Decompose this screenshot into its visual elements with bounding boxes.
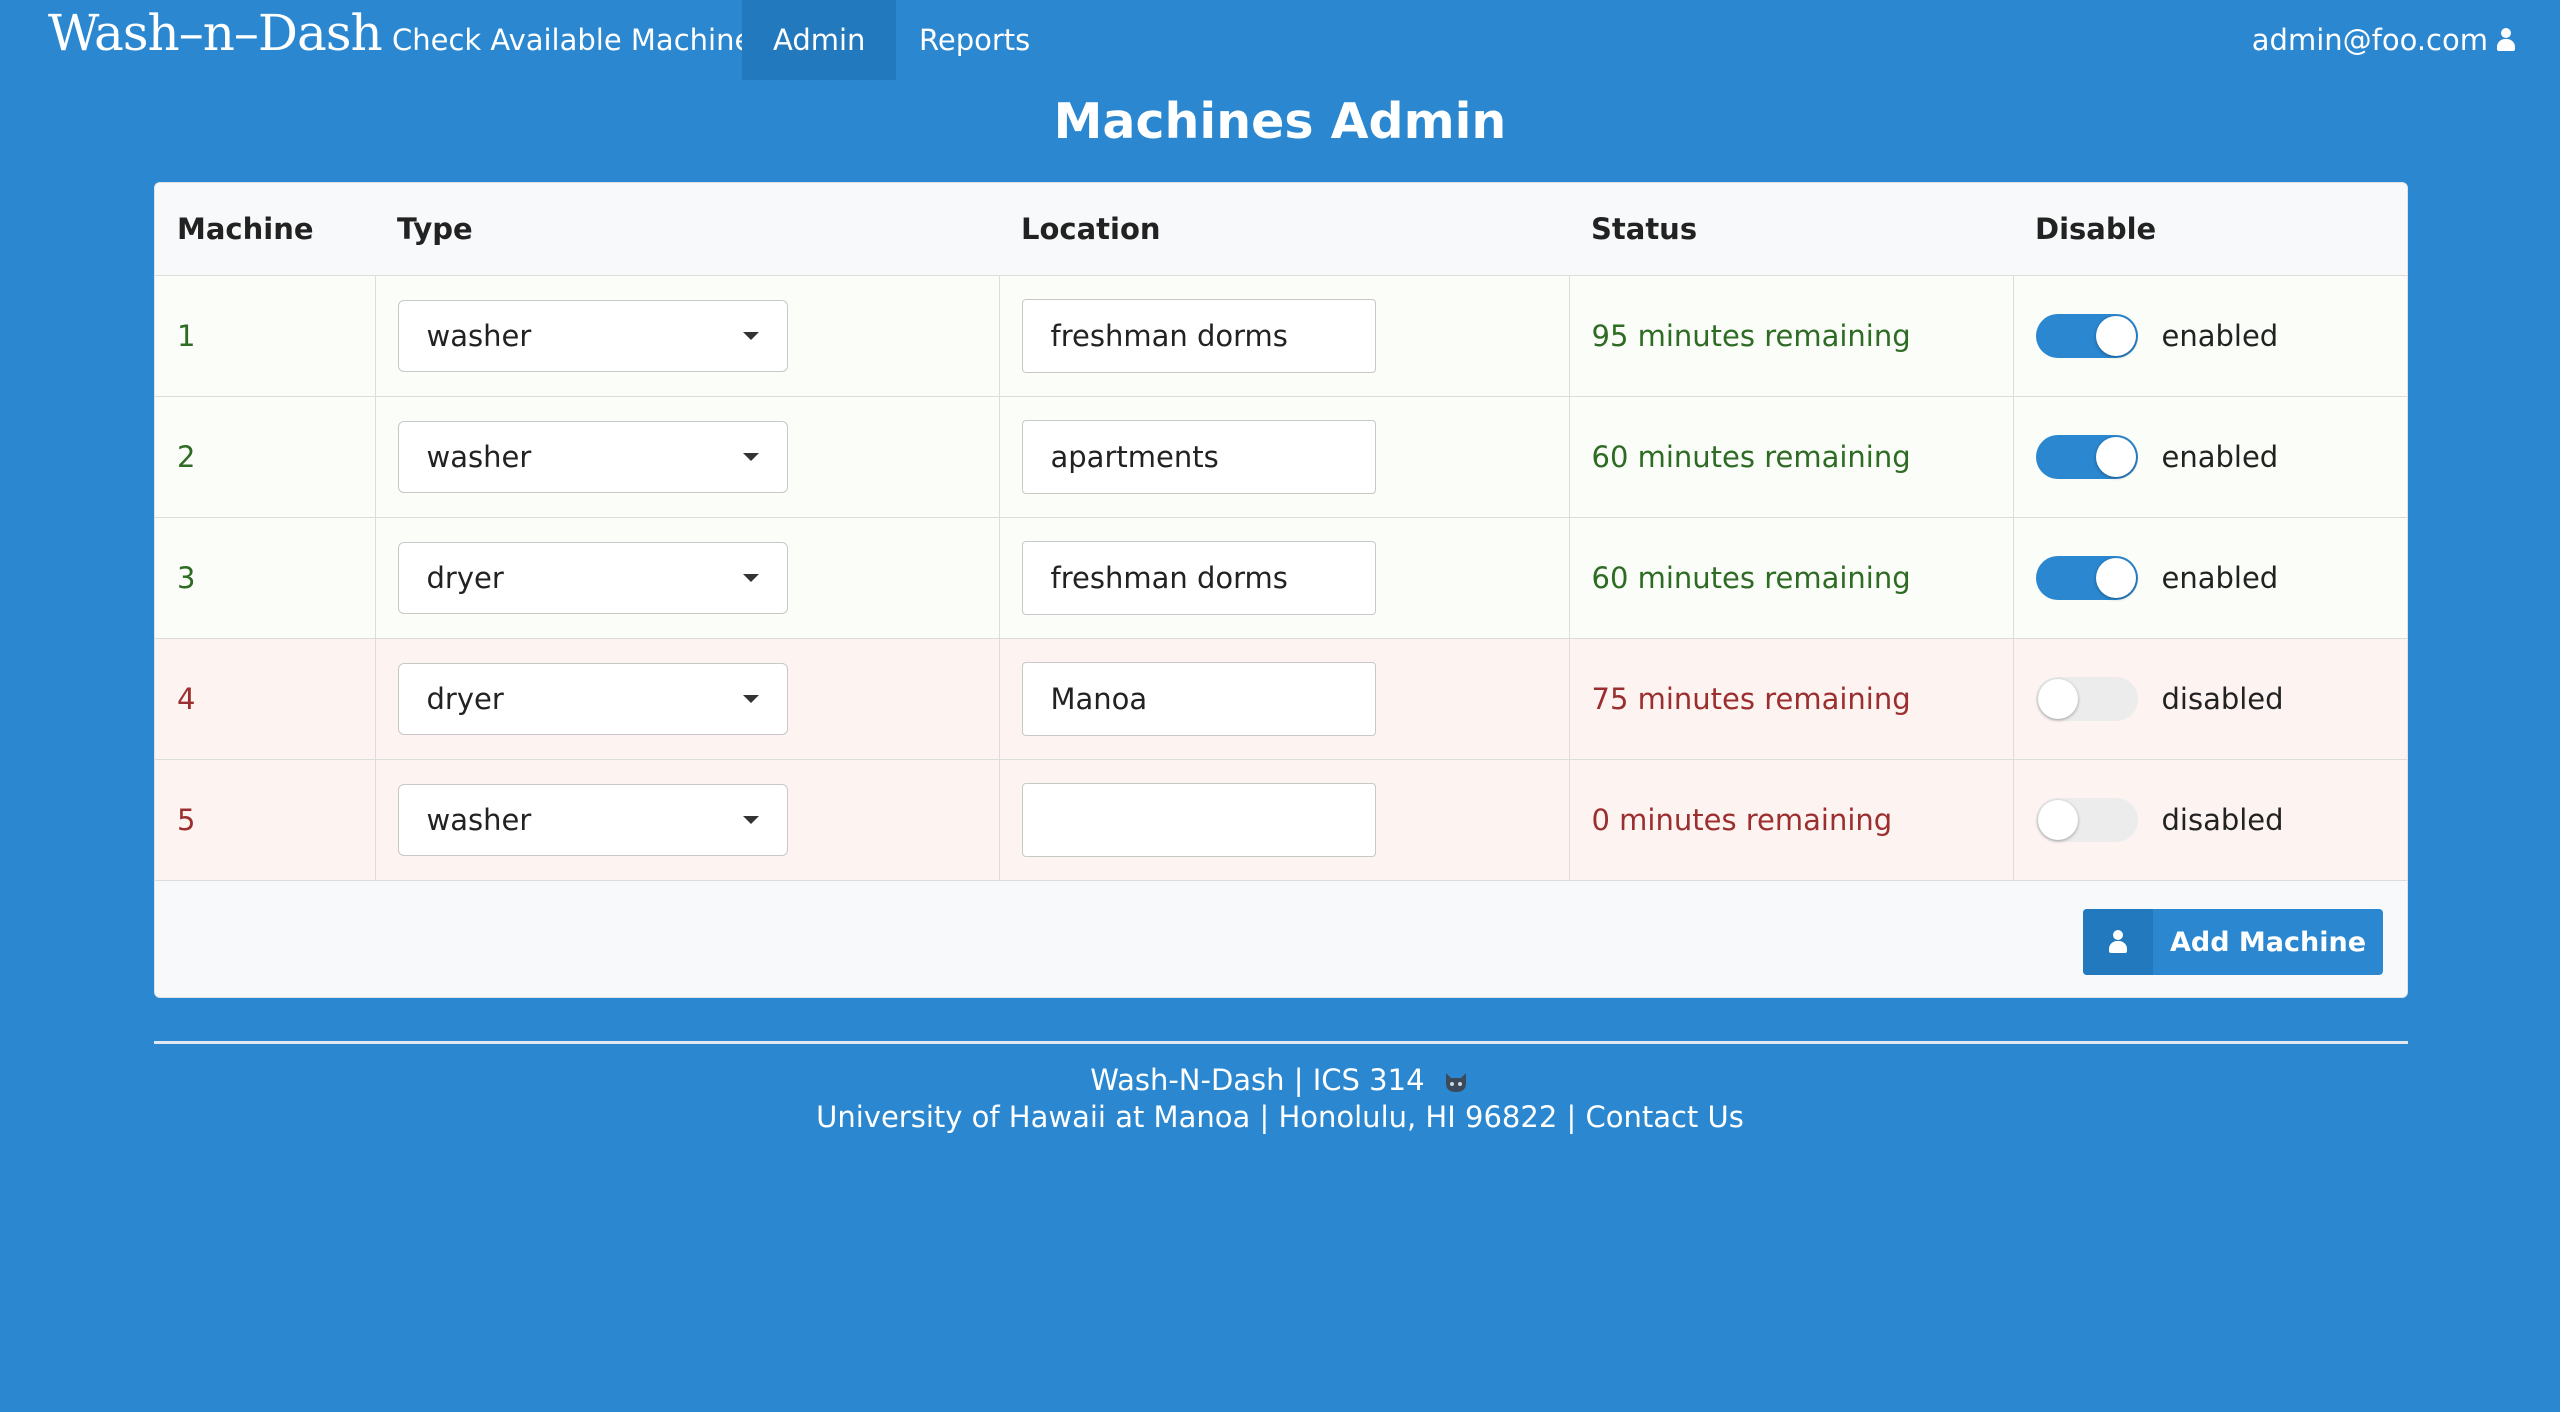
table-header-row: Machine Type Location Status Disable [155, 183, 2407, 276]
machine-number: 3 [155, 517, 376, 639]
status-text: 60 minutes remaining [1569, 517, 2014, 639]
footer-line-2: University of Hawaii at Manoa | Honolulu… [816, 1100, 1744, 1134]
navbar: Wash–n–Dash Check Available Machines Adm… [0, 0, 2560, 80]
enable-toggle[interactable] [2035, 556, 2138, 600]
machine-number: 2 [155, 396, 376, 518]
add-machine-label: Add Machine [2169, 926, 2367, 958]
enable-toggle[interactable] [2035, 314, 2138, 358]
caret-down-icon [742, 695, 759, 703]
caret-down-icon [742, 816, 759, 824]
toggle-label: disabled [2161, 682, 2284, 716]
toggle-label: enabled [2161, 561, 2279, 595]
location-input[interactable] [1021, 783, 1376, 857]
nav-check-available-machines[interactable]: Check Available Machines [361, 0, 798, 80]
location-input[interactable] [1021, 541, 1376, 615]
user-menu[interactable]: admin@foo.com [2252, 0, 2516, 80]
header-type: Type [375, 183, 999, 276]
status-text: 60 minutes remaining [1569, 396, 2014, 518]
status-text: 75 minutes remaining [1569, 638, 2014, 760]
header-status: Status [1569, 183, 2013, 276]
machine-number: 1 [155, 275, 376, 397]
nav-reports[interactable]: Reports [888, 0, 1061, 80]
table-row: 1 washer 95 minutes remaining enabled [155, 275, 2407, 397]
machine-number: 5 [155, 759, 376, 881]
type-select[interactable]: washer [397, 421, 788, 493]
toggle-label: enabled [2161, 440, 2279, 474]
footer-line-1: Wash-N-Dash | ICS 314 [0, 1063, 2560, 1097]
table-row: 3 dryer 60 minutes remaining enabled [155, 517, 2407, 639]
table-row: 5 washer 0 minutes remaining disabled [155, 759, 2407, 881]
enable-toggle[interactable] [2035, 677, 2138, 721]
header-disable: Disable [2013, 183, 2407, 276]
location-input[interactable] [1021, 420, 1376, 494]
status-text: 0 minutes remaining [1569, 759, 2014, 881]
machines-table-panel: Machine Type Location Status Disable 1 w… [154, 182, 2408, 998]
add-machine-button[interactable]: Add Machine [2083, 909, 2383, 975]
status-text: 95 minutes remaining [1569, 275, 2014, 397]
location-input[interactable] [1021, 662, 1376, 736]
table-row: 4 dryer 75 minutes remaining disabled [155, 638, 2407, 760]
toggle-label: disabled [2161, 803, 2284, 837]
user-email: admin@foo.com [2251, 23, 2488, 57]
caret-down-icon [742, 332, 759, 340]
type-select[interactable]: dryer [397, 663, 788, 735]
enable-toggle[interactable] [2035, 435, 2138, 479]
location-input[interactable] [1021, 299, 1376, 373]
page-title: Machines Admin [1053, 93, 1507, 150]
nav-admin[interactable]: Admin [742, 0, 897, 80]
type-select[interactable]: dryer [397, 542, 788, 614]
toggle-label: enabled [2161, 319, 2279, 353]
machines-table: Machine Type Location Status Disable 1 w… [155, 183, 2407, 881]
machine-number: 4 [155, 638, 376, 760]
logo[interactable]: Wash–n–Dash [48, 4, 383, 62]
enable-toggle[interactable] [2035, 798, 2138, 842]
header-location: Location [999, 183, 1569, 276]
github-icon[interactable] [1442, 1070, 1470, 1094]
caret-down-icon [742, 574, 759, 582]
table-row: 2 washer 60 minutes remaining enabled [155, 396, 2407, 518]
footer-divider [154, 1041, 2408, 1044]
user-icon [2108, 930, 2128, 954]
type-select[interactable]: washer [397, 300, 788, 372]
header-machine: Machine [155, 183, 375, 276]
user-icon [2496, 28, 2516, 52]
caret-down-icon [742, 453, 759, 461]
type-select[interactable]: washer [397, 784, 788, 856]
